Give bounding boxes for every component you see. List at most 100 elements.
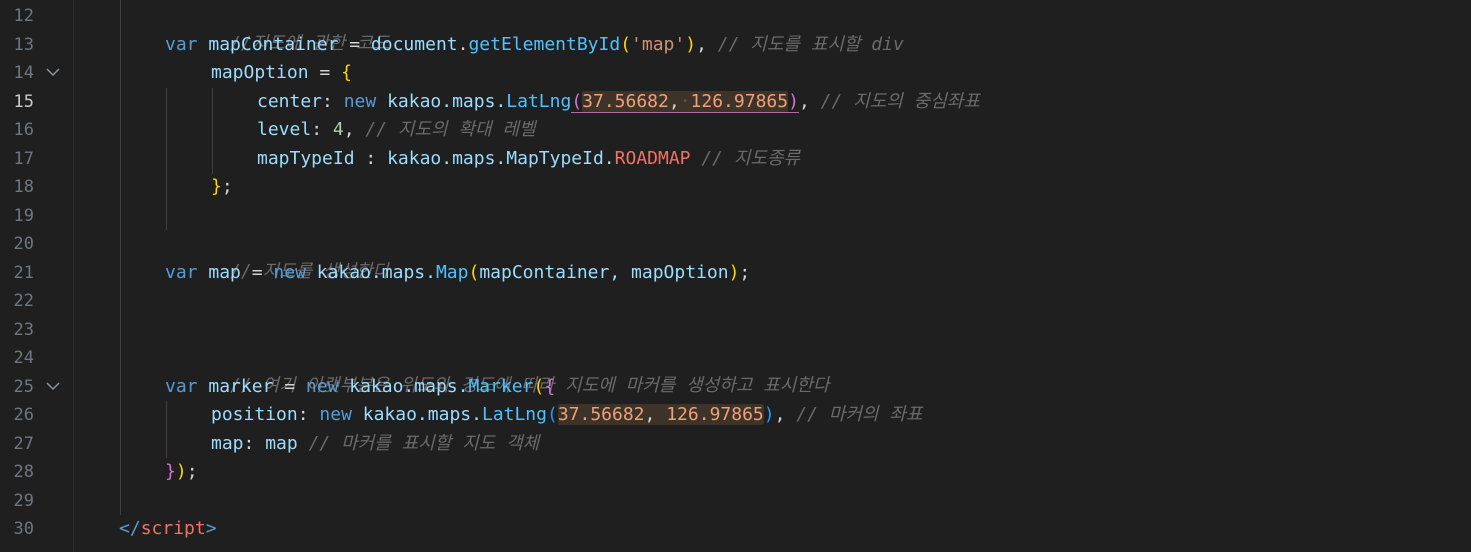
selection-highlight: 37.56682, 126.97865 bbox=[557, 404, 764, 425]
punctuation bbox=[298, 433, 309, 454]
code-line: </script> bbox=[119, 515, 217, 543]
bracket: ) bbox=[685, 34, 697, 55]
bracket: ( bbox=[620, 34, 632, 55]
comment: // 마커를 표시할 지도 객체 bbox=[308, 433, 540, 454]
property: position bbox=[211, 404, 298, 425]
function-name: Marker bbox=[468, 376, 534, 397]
property: level bbox=[257, 119, 312, 140]
punctuation: ; bbox=[739, 262, 751, 283]
comment: // 마커의 좌표 bbox=[796, 404, 923, 425]
line-number: 30 bbox=[13, 519, 34, 539]
code-editor[interactable]: 12 13 14 15 16 17 18 19 20 21 22 23 24 2… bbox=[0, 0, 1471, 552]
keyword: new bbox=[319, 404, 352, 425]
whitespace-marker: · bbox=[679, 91, 691, 112]
line-number: 28 bbox=[13, 462, 34, 482]
bracket: } bbox=[165, 461, 176, 482]
bracket: } bbox=[211, 176, 222, 197]
line-number: 16 bbox=[13, 120, 34, 140]
code-line: }; bbox=[211, 173, 233, 201]
line-number: 23 bbox=[13, 320, 34, 340]
number: 126.97865 bbox=[666, 404, 764, 425]
bracket-pair-highlight: (37.56682,·126.97865) bbox=[571, 91, 799, 113]
arguments: mapContainer, mapOption bbox=[479, 262, 729, 283]
punctuation: , bbox=[696, 34, 718, 55]
line-number: 20 bbox=[13, 234, 34, 254]
keyword: new bbox=[273, 262, 306, 283]
line-number: 27 bbox=[13, 434, 34, 454]
operator: = bbox=[240, 262, 274, 283]
punctuation: : bbox=[311, 119, 333, 140]
property: mapTypeId bbox=[257, 148, 355, 169]
enum-member: ROADMAP bbox=[614, 148, 691, 169]
code-line: map: map // 마커를 표시할 지도 객체 bbox=[211, 430, 539, 458]
comment: // 지도의 중심좌표 bbox=[820, 91, 980, 112]
code-line: //지도에 관한 코드 bbox=[165, 2, 389, 54]
identifier: map bbox=[197, 262, 241, 283]
code-line: var map = new kakao.maps.Map(mapContaine… bbox=[165, 259, 750, 287]
punctuation: . bbox=[457, 34, 469, 55]
code-line: }); bbox=[165, 458, 198, 486]
identifier: mapOption bbox=[211, 62, 309, 83]
line-number: 29 bbox=[13, 491, 34, 511]
number: 4 bbox=[332, 119, 344, 140]
namespace: kakao.maps. bbox=[305, 262, 436, 283]
line-number-gutter: 12 13 14 15 16 17 18 19 20 21 22 23 24 2… bbox=[0, 0, 74, 552]
bracket: ) bbox=[175, 461, 187, 482]
code-line: // 여기 아랫부분은 위도와 경도에 따라 지도에 마커를 생성하고 표시한다 bbox=[165, 344, 829, 396]
comment: // 지도종류 bbox=[701, 148, 801, 169]
namespace: kakao.maps. bbox=[351, 404, 482, 425]
identifier: marker bbox=[197, 376, 274, 397]
selection-highlight: 37.56682,·126.97865 bbox=[582, 91, 789, 112]
bracket: { bbox=[544, 376, 556, 397]
code-line: level: 4, // 지도의 확대 레벨 bbox=[257, 116, 536, 144]
bracket: ( bbox=[533, 376, 545, 397]
line-number: 19 bbox=[13, 206, 34, 226]
code-line: var mapContainer = document.getElementBy… bbox=[165, 31, 904, 59]
line-number: 24 bbox=[13, 348, 34, 368]
line-number: 14 bbox=[13, 63, 34, 83]
punctuation: : bbox=[354, 148, 388, 169]
function-name: Map bbox=[435, 262, 469, 283]
operator: = bbox=[273, 376, 306, 397]
punctuation: , bbox=[774, 404, 797, 425]
keyword: new bbox=[305, 376, 339, 397]
namespace: kakao.maps. bbox=[376, 91, 507, 112]
bracket: ) bbox=[788, 91, 799, 112]
punctuation: , bbox=[798, 91, 821, 112]
identifier: map bbox=[265, 433, 298, 454]
bracket: ( bbox=[546, 404, 558, 425]
fold-chevron-down-icon[interactable] bbox=[46, 59, 62, 87]
line-number: 22 bbox=[13, 291, 34, 311]
line-number: 13 bbox=[13, 35, 34, 55]
punctuation bbox=[691, 148, 702, 169]
line-number: 12 bbox=[13, 6, 34, 26]
property: center bbox=[257, 91, 323, 112]
comment: // 지도의 확대 레벨 bbox=[365, 119, 536, 140]
identifier: document bbox=[370, 34, 458, 55]
code-area[interactable]: //지도에 관한 코드 var mapContainer = document.… bbox=[74, 0, 1471, 552]
bracket: ( bbox=[468, 262, 480, 283]
punctuation: : bbox=[322, 91, 344, 112]
fold-chevron-down-icon[interactable] bbox=[46, 373, 62, 401]
punctuation: , bbox=[644, 404, 667, 425]
keyword: var bbox=[165, 376, 198, 397]
operator: = bbox=[338, 34, 371, 55]
code-line: mapTypeId : kakao.maps.MapTypeId.ROADMAP… bbox=[257, 145, 800, 173]
line-number: 25 bbox=[13, 377, 34, 397]
bracket: ) bbox=[763, 404, 775, 425]
code-line-active: center: new kakao.maps.LatLng(37.56682,·… bbox=[257, 88, 980, 116]
punctuation: ; bbox=[186, 461, 198, 482]
code-line: mapOption = { bbox=[211, 59, 352, 87]
comment: // 지도를 표시할 div bbox=[717, 34, 904, 55]
identifier: mapContainer bbox=[208, 34, 339, 55]
keyword: var bbox=[165, 34, 198, 55]
function-name: LatLng bbox=[481, 404, 547, 425]
bracket: { bbox=[341, 62, 352, 83]
code-line: position: new kakao.maps.LatLng(37.56682… bbox=[211, 401, 922, 429]
tag-name: script bbox=[140, 518, 206, 539]
keyword: new bbox=[343, 91, 377, 112]
code-line: var marker = new kakao.maps.Marker({ bbox=[165, 373, 555, 401]
line-number: 17 bbox=[13, 149, 34, 169]
line-number: 18 bbox=[13, 177, 34, 197]
line-number: 26 bbox=[13, 405, 34, 425]
